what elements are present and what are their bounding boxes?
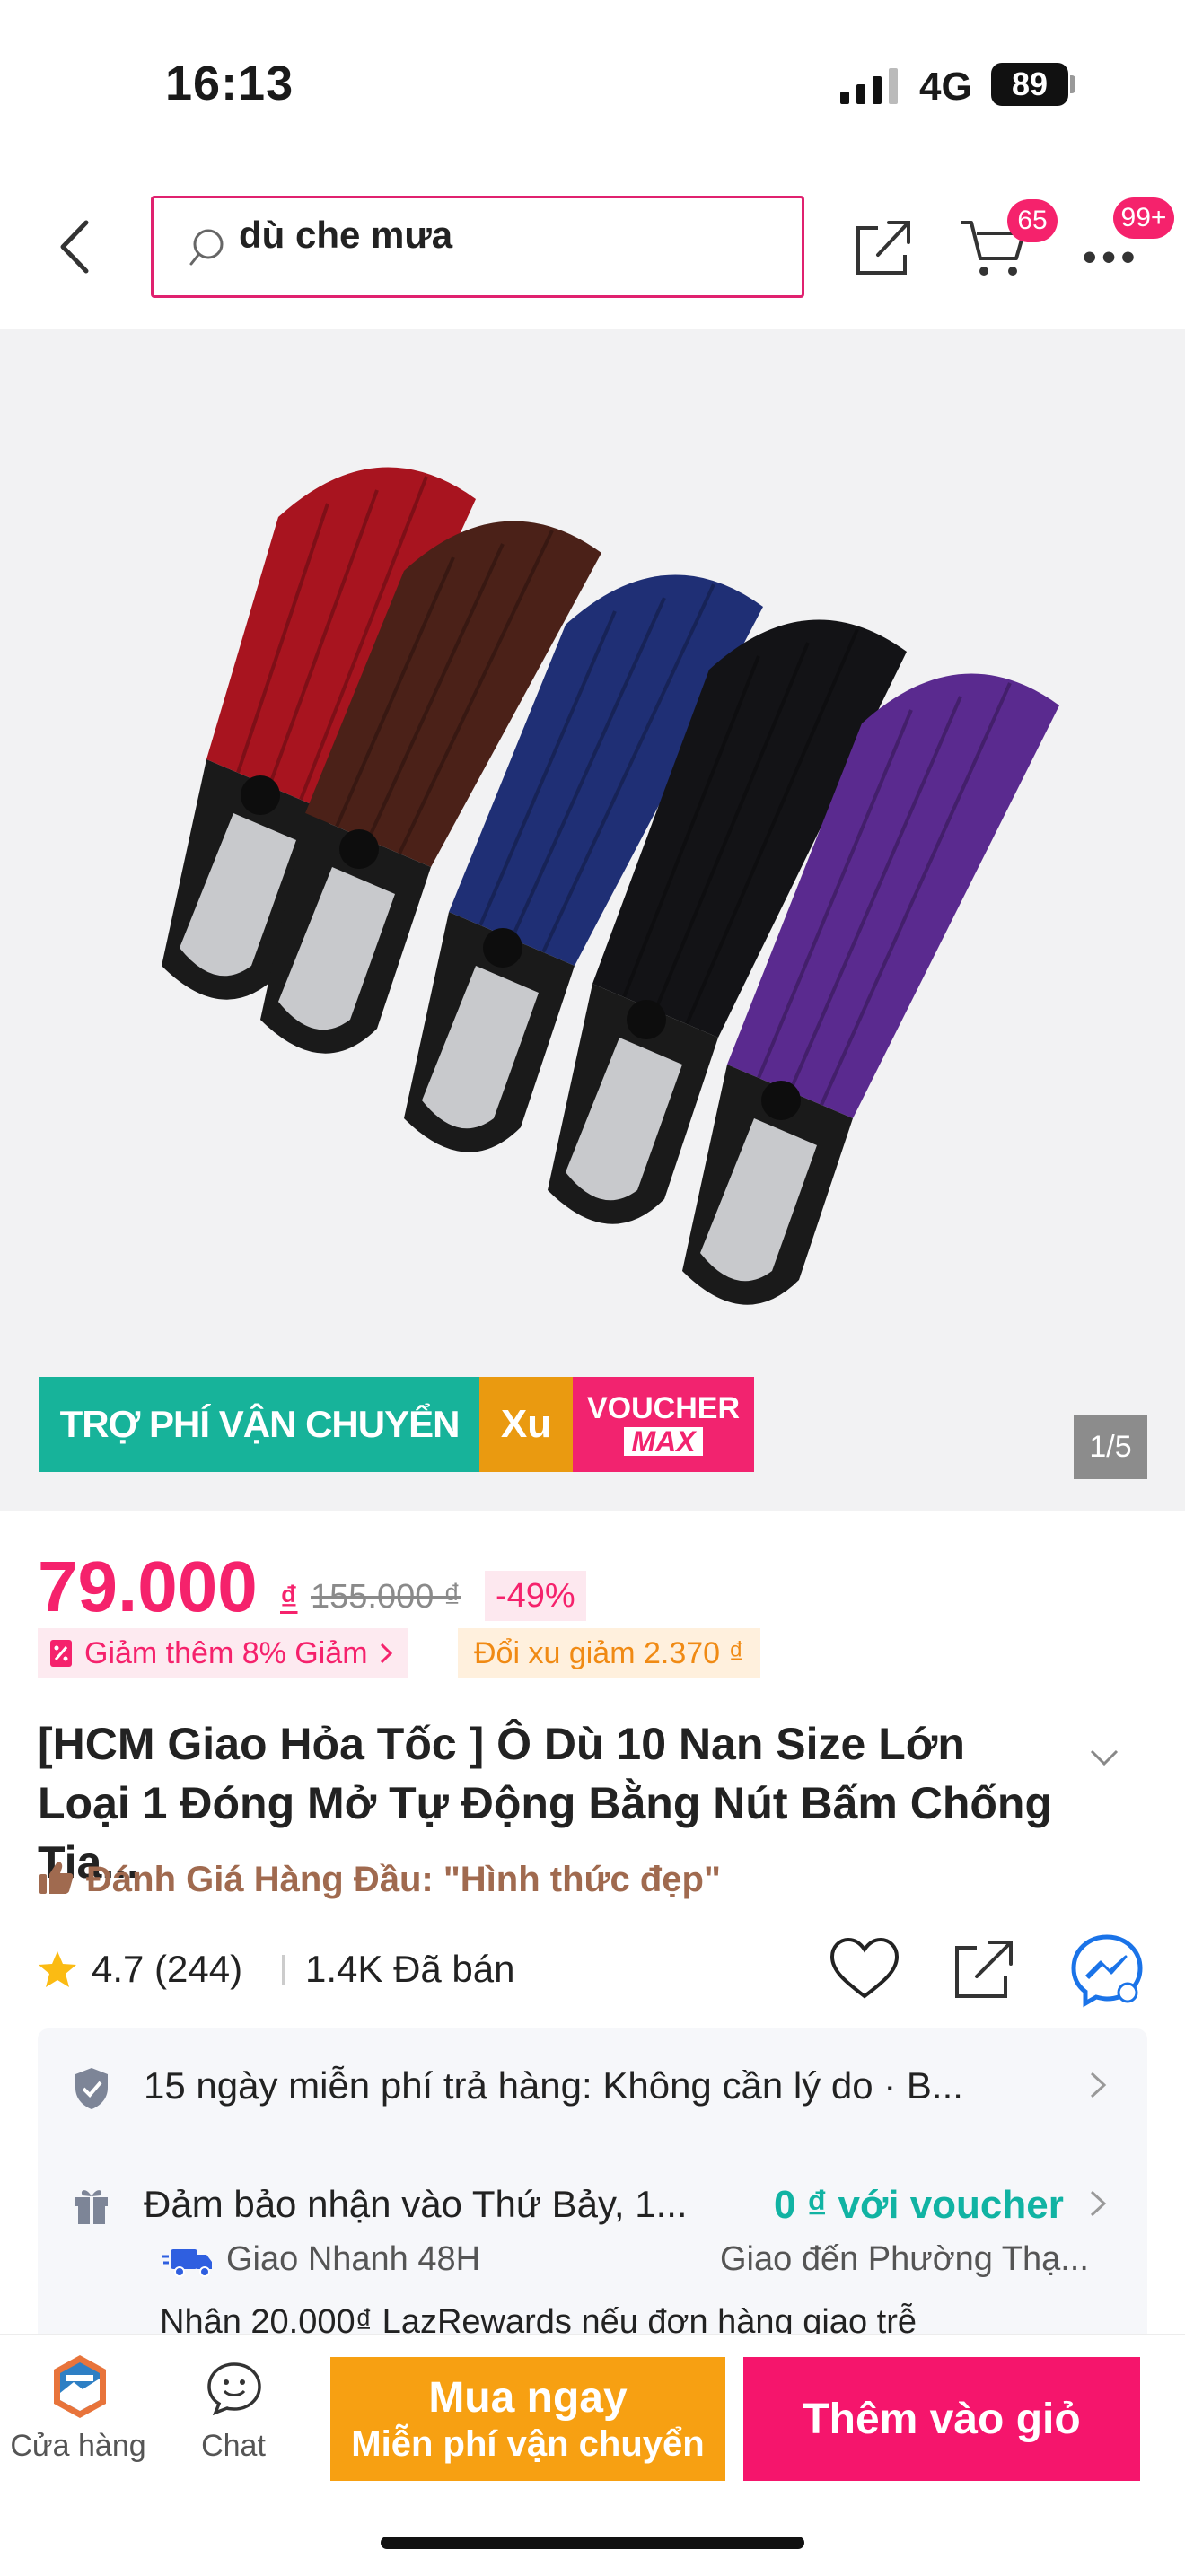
- cart-count-badge: 65: [1007, 199, 1058, 242]
- shield-icon: [75, 2068, 108, 2109]
- buy-now-label: Mua ngay: [428, 2374, 628, 2423]
- add-to-cart-button[interactable]: Thêm vào giỏ: [743, 2357, 1140, 2481]
- discount-badge: -49%: [485, 1571, 586, 1621]
- store-logo-icon[interactable]: [47, 2353, 113, 2420]
- xu-label: Xu: [479, 1377, 573, 1472]
- chat-label[interactable]: Chat: [171, 2429, 296, 2464]
- truck-icon: [162, 2249, 212, 2277]
- xu-discount-tag[interactable]: Đổi xu giảm 2.370 ₫: [458, 1628, 760, 1678]
- share-icon[interactable]: [950, 1935, 1018, 2003]
- back-arrow-icon[interactable]: [52, 215, 99, 278]
- network-label: 4G: [919, 65, 972, 109]
- rating-value[interactable]: 4.7 (244): [92, 1948, 242, 1991]
- sold-count: 1.4K Đã bán: [305, 1948, 515, 1990]
- product-image[interactable]: [0, 329, 1185, 1511]
- star-icon: [39, 1951, 76, 1987]
- home-indicator: [381, 2537, 804, 2549]
- chevron-right-icon: [380, 1643, 392, 1664]
- extra-discount-tag[interactable]: Giảm thêm 8% Giảm: [38, 1628, 408, 1678]
- chat-icon[interactable]: [205, 2361, 264, 2416]
- original-price: 155.000 ₫: [311, 1578, 461, 1616]
- search-value: dù che mưa: [239, 214, 453, 256]
- battery-indicator: 89: [991, 63, 1068, 106]
- chevron-right-icon: [1090, 2190, 1107, 2217]
- free-shipping-label: Miễn phí vận chuyển: [351, 2423, 705, 2464]
- image-counter: 1/5: [1074, 1415, 1147, 1479]
- divider: [282, 1955, 285, 1985]
- store-label[interactable]: Cửa hàng: [9, 2429, 147, 2464]
- status-time: 16:13: [165, 57, 294, 110]
- share-icon[interactable]: [851, 215, 916, 280]
- currency-symbol: ₫: [280, 1580, 298, 1617]
- more-options-icon[interactable]: •••: [1083, 235, 1140, 280]
- chevron-right-icon: [1090, 2072, 1107, 2098]
- battery-tip: [1070, 75, 1075, 93]
- max-label: MAX: [624, 1427, 703, 1456]
- voucher-label: VOUCHER: [586, 1391, 741, 1425]
- chevron-down-icon[interactable]: [1088, 1747, 1120, 1768]
- fast-delivery-label: Giao Nhanh 48H: [226, 2240, 481, 2278]
- promo-banner: TRỢ PHÍ VẬN CHUYỂN Xu VOUCHER MAX: [40, 1377, 754, 1472]
- search-icon: [189, 229, 224, 266]
- delivery-address[interactable]: Giao đến Phường Thạ...: [720, 2240, 1089, 2279]
- notification-badge: 99+: [1113, 197, 1174, 239]
- extra-discount-label: Giảm thêm 8% Giảm: [84, 1635, 368, 1670]
- coupon-icon: [50, 1640, 72, 1667]
- shipping-voucher[interactable]: 0 ₫ với voucher: [774, 2183, 1064, 2228]
- voucher-max-label: VOUCHER MAX: [573, 1377, 754, 1472]
- gift-icon: [75, 2190, 108, 2224]
- thumbs-up-icon: [40, 1862, 74, 1894]
- umbrella-illustration: [162, 467, 1059, 1305]
- delivery-guarantee[interactable]: Đảm bảo nhận vào Thứ Bảy, 1...: [144, 2183, 688, 2226]
- return-policy[interactable]: 15 ngày miễn phí trả hàng: Không cần lý …: [144, 2064, 963, 2107]
- top-review[interactable]: Đánh Giá Hàng Đầu: "Hình thức đẹp": [86, 1860, 721, 1900]
- signal-icon: [840, 68, 898, 104]
- current-price: 79.000: [38, 1546, 258, 1626]
- heart-icon[interactable]: [828, 1935, 901, 2002]
- shipping-support-label: TRỢ PHÍ VẬN CHUYỂN: [40, 1377, 479, 1472]
- buy-now-button[interactable]: Mua ngay Miễn phí vận chuyển: [330, 2357, 725, 2481]
- messenger-icon[interactable]: [1068, 1932, 1146, 2009]
